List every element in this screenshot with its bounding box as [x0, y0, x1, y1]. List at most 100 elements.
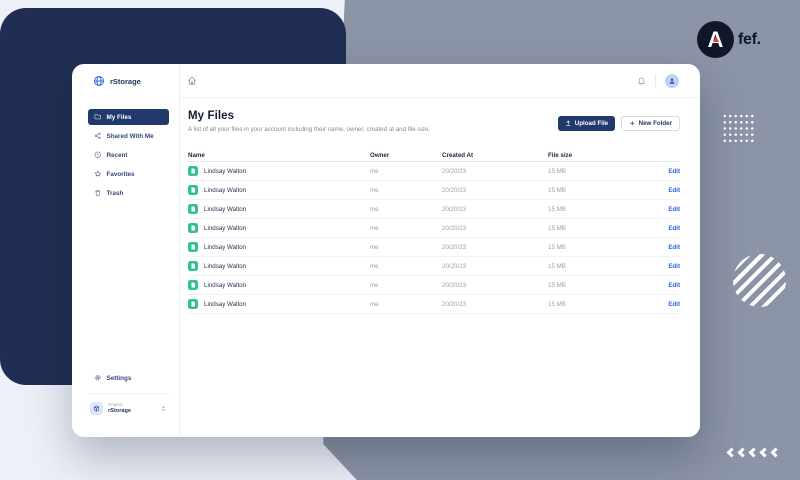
- file-name: Lindsay Walton: [204, 300, 247, 308]
- app-logo[interactable]: rStorage: [72, 64, 179, 98]
- file-size: 15 MB: [548, 186, 566, 194]
- file-document-icon: [188, 261, 198, 271]
- brand-badge-circle: A: [697, 21, 734, 58]
- edit-link[interactable]: Edit: [668, 187, 680, 194]
- trash-icon: [94, 189, 102, 197]
- file-size: 15 MB: [548, 300, 566, 308]
- edit-link[interactable]: Edit: [668, 301, 680, 308]
- file-owner: me: [370, 205, 379, 213]
- file-created-at: 20/20/23: [442, 262, 467, 270]
- topbar-divider: [655, 74, 656, 87]
- file-size: 15 MB: [548, 281, 566, 289]
- file-actions-cell: Edit: [643, 187, 680, 194]
- workspace-labels: Project rStorage: [108, 402, 131, 414]
- gear-icon: [94, 374, 102, 382]
- cube-icon: [93, 405, 100, 412]
- file-name: Lindsay Walton: [204, 167, 247, 175]
- file-owner: me: [370, 262, 379, 270]
- sidebar-item-favorites[interactable]: Favorites: [88, 166, 169, 182]
- edit-link[interactable]: Edit: [668, 225, 680, 232]
- sidebar-item-label: Recent: [106, 151, 128, 159]
- edit-link[interactable]: Edit: [668, 168, 680, 175]
- workspace-avatar: [90, 402, 103, 415]
- sidebar-divider: [88, 393, 169, 394]
- file-document-icon: [188, 185, 198, 195]
- app-logo-label: rStorage: [110, 76, 141, 86]
- file-name-cell: Lindsay Walton: [188, 204, 370, 214]
- sidebar: rStorage My Files Shared With Me Recent …: [72, 64, 180, 437]
- file-actions-cell: Edit: [643, 168, 680, 175]
- chevron-left-icon: [759, 447, 770, 458]
- clock-icon: [94, 151, 102, 159]
- file-created-at: 20/20/23: [442, 243, 467, 251]
- desktop-background: A fef. rStorage My Files Shared With Me …: [0, 0, 800, 480]
- table-row: Lindsay Walton me 20/20/23 15 MB Edit: [188, 219, 680, 238]
- page-content: My Files A list of all your files in you…: [180, 98, 700, 437]
- file-created-at: 20/20/23: [442, 281, 467, 289]
- sidebar-item-recent[interactable]: Recent: [88, 147, 169, 163]
- file-actions-cell: Edit: [643, 206, 680, 213]
- workspace-switcher[interactable]: Project rStorage: [88, 402, 169, 415]
- file-name-cell: Lindsay Walton: [188, 242, 370, 252]
- file-size: 15 MB: [548, 243, 566, 251]
- upload-file-button[interactable]: Upload File: [558, 116, 616, 131]
- edit-link[interactable]: Edit: [668, 282, 680, 289]
- file-name-cell: Lindsay Walton: [188, 261, 370, 271]
- file-created-at: 20/20/23: [442, 205, 467, 213]
- home-icon[interactable]: [187, 76, 197, 86]
- new-folder-button[interactable]: New Folder: [621, 116, 680, 131]
- file-actions-cell: Edit: [643, 263, 680, 270]
- bell-icon[interactable]: [637, 76, 646, 85]
- column-header-created: Created At: [442, 151, 474, 159]
- file-name-cell: Lindsay Walton: [188, 223, 370, 233]
- upload-arrow-icon: [565, 120, 572, 127]
- edit-link[interactable]: Edit: [668, 244, 680, 251]
- sidebar-item-settings[interactable]: Settings: [88, 370, 169, 386]
- sidebar-item-my-files[interactable]: My Files: [88, 109, 169, 125]
- file-name-cell: Lindsay Walton: [188, 185, 370, 195]
- edit-link[interactable]: Edit: [668, 206, 680, 213]
- file-name-cell: Lindsay Walton: [188, 299, 370, 309]
- file-actions-cell: Edit: [643, 244, 680, 251]
- file-actions-cell: Edit: [643, 225, 680, 232]
- file-size: 15 MB: [548, 262, 566, 270]
- sidebar-footer: Settings Project rStorage: [72, 370, 179, 437]
- file-name-cell: Lindsay Walton: [188, 166, 370, 176]
- app-window: rStorage My Files Shared With Me Recent …: [72, 64, 700, 437]
- file-owner: me: [370, 243, 379, 251]
- file-document-icon: [188, 204, 198, 214]
- chevron-left-icon: [748, 447, 759, 458]
- table-row: Lindsay Walton me 20/20/23 15 MB Edit: [188, 276, 680, 295]
- chevron-left-icon: [770, 447, 781, 458]
- file-owner: me: [370, 167, 379, 175]
- sidebar-item-label: Favorites: [106, 170, 135, 178]
- user-icon: [668, 77, 676, 85]
- column-header-name: Name: [188, 151, 205, 159]
- page-header: My Files A list of all your files in you…: [188, 110, 680, 133]
- user-avatar[interactable]: [665, 73, 679, 88]
- file-owner: me: [370, 300, 379, 308]
- file-table: Name Owner Created At File size Lindsay …: [188, 149, 680, 314]
- chevrons-left-icon: [726, 447, 781, 458]
- page-header-text: My Files A list of all your files in you…: [188, 110, 430, 133]
- file-table-body: Lindsay Walton me 20/20/23 15 MB Edit Li…: [188, 162, 680, 314]
- sidebar-item-trash[interactable]: Trash: [88, 185, 169, 201]
- chevron-left-icon: [726, 447, 737, 458]
- page-actions: Upload File New Folder: [558, 116, 680, 131]
- edit-link[interactable]: Edit: [668, 263, 680, 270]
- file-document-icon: [188, 280, 198, 290]
- file-name: Lindsay Walton: [204, 281, 247, 289]
- table-row: Lindsay Walton me 20/20/23 15 MB Edit: [188, 200, 680, 219]
- table-row: Lindsay Walton me 20/20/23 15 MB Edit: [188, 181, 680, 200]
- file-created-at: 20/20/23: [442, 167, 467, 175]
- dot-grid-decoration: [722, 113, 755, 144]
- star-icon: [94, 170, 102, 178]
- brand-letter-accent-triangle: [712, 35, 719, 42]
- settings-label: Settings: [106, 374, 132, 382]
- workspace-name: rStorage: [108, 407, 132, 414]
- column-header-owner: Owner: [370, 151, 390, 159]
- file-name-cell: Lindsay Walton: [188, 280, 370, 290]
- file-created-at: 20/20/23: [442, 300, 467, 308]
- brand-badge: A fef.: [697, 21, 761, 58]
- sidebar-item-shared-with-me[interactable]: Shared With Me: [88, 128, 169, 144]
